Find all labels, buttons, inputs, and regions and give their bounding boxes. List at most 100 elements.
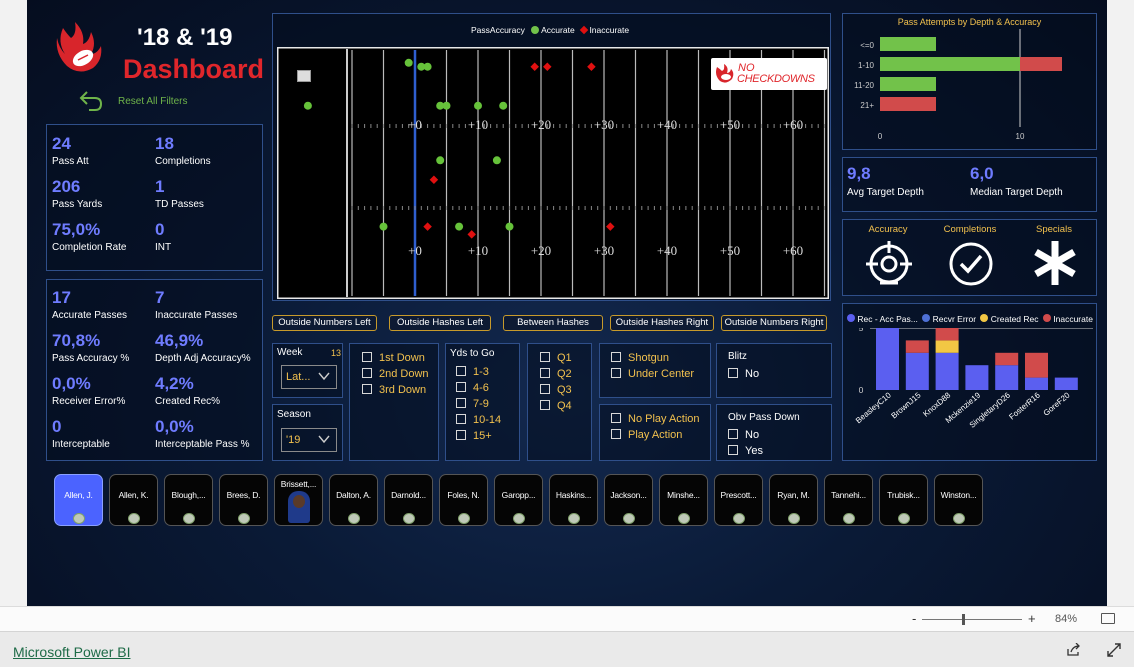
checkbox[interactable] <box>611 368 621 378</box>
completions-nav-button[interactable]: Completions <box>935 224 1005 294</box>
yard-number: +40 <box>657 117 677 132</box>
checkbox[interactable] <box>611 352 621 362</box>
legend-label: Recvr Error <box>932 314 977 324</box>
accuracy-nav-button[interactable]: Accuracy <box>853 224 923 294</box>
yds-option[interactable]: 10-14 <box>456 414 501 426</box>
yds-title: Yds to Go <box>450 348 495 359</box>
checkbox[interactable] <box>456 398 466 408</box>
yds-option[interactable]: 7-9 <box>456 398 489 410</box>
kpi-value: 18 <box>155 134 174 153</box>
obv-option[interactable]: No <box>728 429 759 441</box>
fit-to-page-icon[interactable] <box>1101 613 1115 624</box>
player-tile[interactable]: Blough,... <box>164 474 213 526</box>
checkbox[interactable] <box>728 368 738 378</box>
player-photo-placeholder-icon <box>238 513 250 524</box>
formation-option[interactable]: Shotgun <box>611 352 669 364</box>
blitz-slicer: Blitz No <box>716 343 832 398</box>
option-label: 2nd Down <box>379 368 429 380</box>
play-action-option[interactable]: Play Action <box>611 429 682 441</box>
zone-outside-hashes-right[interactable]: Outside Hashes Right <box>610 315 714 331</box>
zoom-slider-thumb[interactable] <box>962 614 965 625</box>
player-tile[interactable]: Tannehi... <box>824 474 873 526</box>
obv-option[interactable]: Yes <box>728 445 763 457</box>
player-tile[interactable]: Darnold... <box>384 474 433 526</box>
legend-accurate: Accurate <box>541 25 575 35</box>
share-icon[interactable] <box>1066 642 1082 662</box>
specials-nav-button[interactable]: Specials <box>1019 224 1089 294</box>
player-photo-placeholder-icon <box>568 513 580 524</box>
checkbox[interactable] <box>456 366 466 376</box>
blitz-option[interactable]: No <box>728 368 759 380</box>
quarter-option[interactable]: Q2 <box>540 368 572 380</box>
zone-outside-numbers-left[interactable]: Outside Numbers Left <box>272 315 377 331</box>
week-dropdown[interactable]: Lat... <box>281 365 337 389</box>
player-tile[interactable]: Dalton, A. <box>329 474 378 526</box>
player-tile[interactable]: Brees, D. <box>219 474 268 526</box>
checkbox[interactable] <box>540 400 550 410</box>
player-name: Allen, K. <box>118 490 149 500</box>
play-action-option[interactable]: No Play Action <box>611 413 700 425</box>
player-name: Ryan, M. <box>777 490 810 500</box>
checkbox[interactable] <box>362 368 372 378</box>
kpi-value: 0 <box>155 220 165 239</box>
player-tile[interactable]: Ryan, M. <box>769 474 818 526</box>
zoom-out-button[interactable]: - <box>912 611 916 626</box>
checkbox[interactable] <box>456 430 466 440</box>
y-tick-label: 0 <box>859 385 864 395</box>
checkbox[interactable] <box>611 413 621 423</box>
player-tile[interactable]: Trubisk... <box>879 474 928 526</box>
yds-option[interactable]: 4-6 <box>456 382 489 394</box>
checkbox[interactable] <box>540 368 550 378</box>
checkbox[interactable] <box>540 384 550 394</box>
player-tile[interactable]: Minshe... <box>659 474 708 526</box>
checkbox[interactable] <box>362 352 372 362</box>
fullscreen-icon[interactable] <box>1106 642 1122 663</box>
kpi-value: 1 <box>155 177 165 196</box>
zone-between-hashes[interactable]: Between Hashes <box>503 315 603 331</box>
player-tile[interactable]: Allen, J. <box>54 474 103 526</box>
checkbox[interactable] <box>456 382 466 392</box>
player-tile[interactable]: Brissett,... <box>274 474 323 526</box>
zone-outside-numbers-right[interactable]: Outside Numbers Right <box>721 315 827 331</box>
down-option[interactable]: 2nd Down <box>362 368 429 380</box>
week-label: Week <box>277 347 303 358</box>
yds-option[interactable]: 15+ <box>456 430 492 442</box>
yds-option[interactable]: 1-3 <box>456 366 489 378</box>
receiver-name-label: GoreF20 <box>1042 390 1072 418</box>
player-tile[interactable]: Haskins... <box>549 474 598 526</box>
quarter-slicer: Q1 Q2 Q3 Q4 <box>527 343 592 461</box>
player-tile[interactable]: Foles, N. <box>439 474 488 526</box>
quarter-option[interactable]: Q1 <box>540 352 572 364</box>
formation-option[interactable]: Under Center <box>611 368 694 380</box>
player-tile[interactable]: Jackson... <box>604 474 653 526</box>
reset-filters-button[interactable]: Reset All Filters <box>79 88 239 112</box>
kpi-panel-passing: 24 Pass Att 18 Completions 206 Pass Yard… <box>46 124 263 271</box>
zone-outside-hashes-left[interactable]: Outside Hashes Left <box>389 315 491 331</box>
checkbox[interactable] <box>728 445 738 455</box>
depth-bar-accurate <box>880 37 936 51</box>
player-tile[interactable]: Garopp... <box>494 474 543 526</box>
player-name: Jackson... <box>610 490 647 500</box>
player-tile[interactable]: Prescott... <box>714 474 763 526</box>
option-label: 10-14 <box>473 414 502 426</box>
quarter-option[interactable]: Q3 <box>540 384 572 396</box>
option-label: No Play Action <box>628 413 700 425</box>
down-option[interactable]: 1st Down <box>362 352 425 364</box>
season-dropdown[interactable]: '19 <box>281 428 337 452</box>
player-photo-placeholder-icon <box>513 513 525 524</box>
zoom-in-button[interactable]: + <box>1028 611 1036 626</box>
checkbox[interactable] <box>728 429 738 439</box>
player-tile[interactable]: Allen, K. <box>109 474 158 526</box>
checkbox[interactable] <box>456 414 466 424</box>
checkbox[interactable] <box>362 384 372 394</box>
checkbox[interactable] <box>611 429 621 439</box>
zoom-slider[interactable] <box>922 619 1022 620</box>
kpi-label: Pass Yards <box>52 199 103 210</box>
quarter-option[interactable]: Q4 <box>540 400 572 412</box>
yard-number: +30 <box>594 117 614 132</box>
power-bi-link[interactable]: Microsoft Power BI <box>13 644 130 660</box>
down-option[interactable]: 3rd Down <box>362 384 426 396</box>
checkbox[interactable] <box>540 352 550 362</box>
player-tile[interactable]: Winston... <box>934 474 983 526</box>
kpi-label: Receiver Error% <box>52 396 126 407</box>
